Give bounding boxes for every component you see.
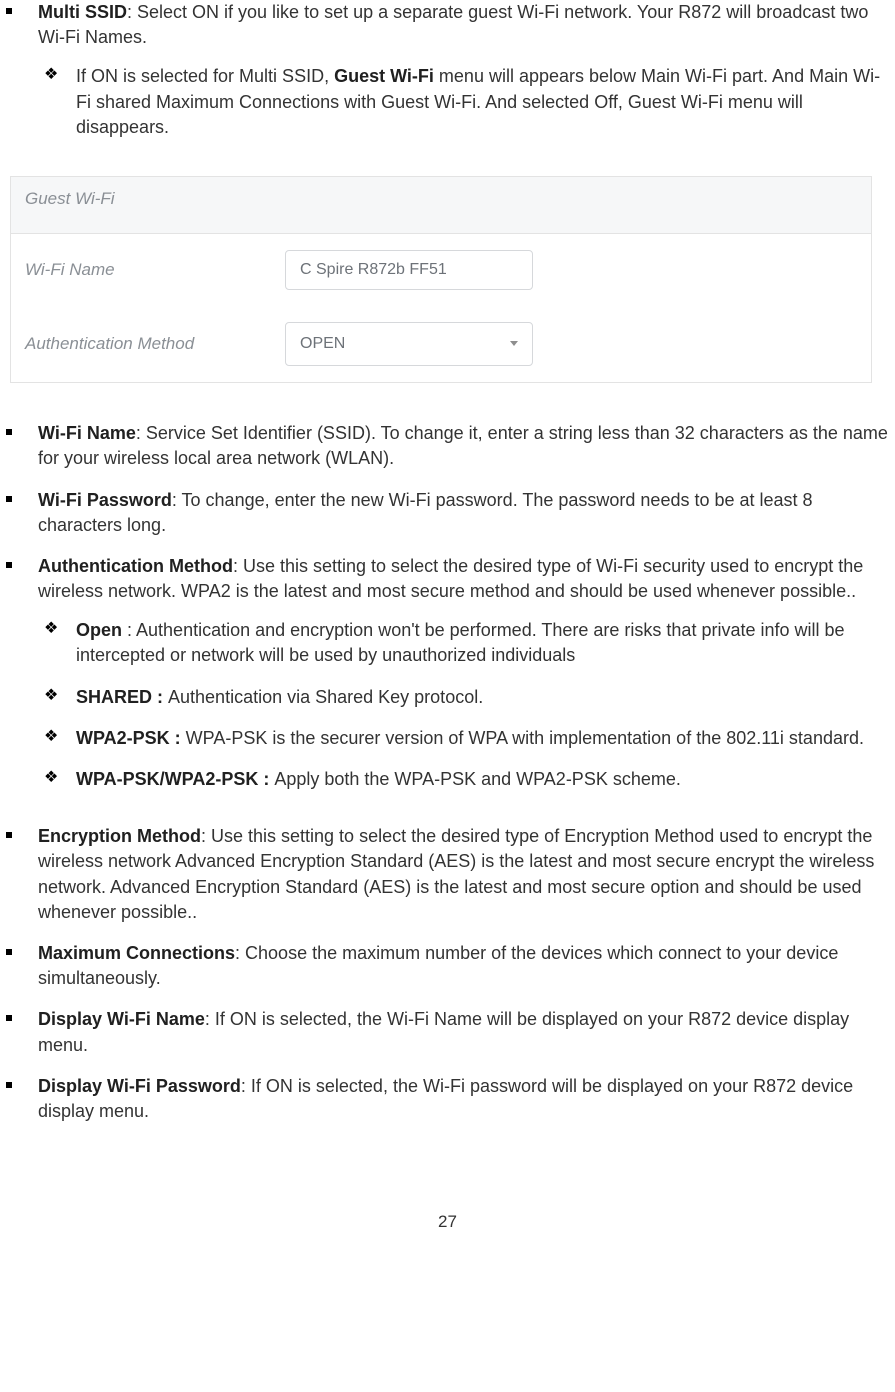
item-title: Display Wi-Fi Password <box>38 1076 241 1096</box>
item-title: Encryption Method <box>38 826 201 846</box>
sub-list-item: If ON is selected for Multi SSID, Guest … <box>38 64 891 156</box>
sub-list: Open : Authentication and encryption won… <box>38 618 891 808</box>
sub-text: WPA-PSK is the securer version of WPA wi… <box>186 728 864 748</box>
list-item: Wi-Fi Password: To change, enter the new… <box>4 488 891 554</box>
list-item: Authentication Method: Use this setting … <box>4 554 891 824</box>
bullet-list: Multi SSID: Select ON if you like to set… <box>0 0 895 172</box>
sub-text: If ON is selected for Multi SSID, <box>76 66 334 86</box>
chevron-down-icon <box>510 341 518 346</box>
guest-wifi-panel: Guest Wi-Fi Wi-Fi Name Authentication Me… <box>10 176 872 383</box>
sub-text: Authentication via Shared Key protocol. <box>168 687 483 707</box>
form-row: Wi-Fi Name <box>11 234 871 306</box>
sub-bold: Guest Wi-Fi <box>334 66 434 86</box>
sub-list-item: WPA-PSK/WPA2-PSK : Apply both the WPA-PS… <box>38 767 891 808</box>
form-row: Authentication Method OPEN <box>11 306 871 382</box>
list-item: Encryption Method: Use this setting to s… <box>4 824 891 941</box>
sub-list-item: Open : Authentication and encryption won… <box>38 618 891 684</box>
sub-list: If ON is selected for Multi SSID, Guest … <box>38 64 891 156</box>
auth-method-select[interactable]: OPEN <box>285 322 533 366</box>
sub-list-item: WPA2-PSK : WPA-PSK is the securer versio… <box>38 726 891 767</box>
sub-title: Open <box>76 620 127 640</box>
bullet-list: Wi-Fi Name: Service Set Identifier (SSID… <box>0 421 895 1140</box>
item-text: : Service Set Identifier (SSID). To chan… <box>38 423 888 468</box>
sub-text: : Authentication and encryption won't be… <box>76 620 845 665</box>
sub-title: SHARED : <box>76 687 168 707</box>
item-title: Display Wi-Fi Name <box>38 1009 205 1029</box>
list-item: Display Wi-Fi Password: If ON is selecte… <box>4 1074 891 1140</box>
select-value: OPEN <box>300 333 345 355</box>
page-number: 27 <box>0 1210 895 1254</box>
list-item: Display Wi-Fi Name: If ON is selected, t… <box>4 1007 891 1073</box>
item-text: : Select ON if you like to set up a sepa… <box>38 2 868 47</box>
wifi-name-input[interactable] <box>285 250 533 290</box>
list-item: Maximum Connections: Choose the maximum … <box>4 941 891 1007</box>
sub-title: WPA2-PSK : <box>76 728 186 748</box>
item-title: Multi SSID <box>38 2 127 22</box>
list-item: Multi SSID: Select ON if you like to set… <box>4 0 891 172</box>
auth-method-label: Authentication Method <box>25 332 285 356</box>
item-title: Maximum Connections <box>38 943 235 963</box>
sub-text: Apply both the WPA-PSK and WPA2-PSK sche… <box>274 769 681 789</box>
item-title: Wi-Fi Name <box>38 423 136 443</box>
list-item: Wi-Fi Name: Service Set Identifier (SSID… <box>4 421 891 487</box>
wifi-name-label: Wi-Fi Name <box>25 258 285 282</box>
sub-list-item: SHARED : Authentication via Shared Key p… <box>38 685 891 726</box>
item-title: Authentication Method <box>38 556 233 576</box>
sub-title: WPA-PSK/WPA2-PSK : <box>76 769 274 789</box>
document-page: Multi SSID: Select ON if you like to set… <box>0 0 895 1254</box>
panel-heading: Guest Wi-Fi <box>11 176 871 234</box>
item-title: Wi-Fi Password <box>38 490 172 510</box>
